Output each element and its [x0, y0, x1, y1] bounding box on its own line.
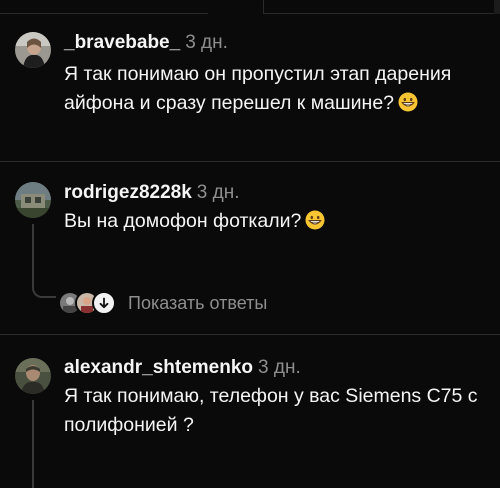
- comment-text: Я так понимаю он пропустил этап дарения …: [64, 60, 484, 118]
- chevron-down-icon: [92, 291, 116, 315]
- show-replies-label[interactable]: Показать ответы: [128, 293, 267, 314]
- comment-text: Вы на домофон фоткали?: [64, 207, 484, 236]
- comment-header: _bravebabe_ 3 дн.: [64, 32, 228, 54]
- reply-thread-line: [32, 400, 34, 488]
- username[interactable]: rodrigez8228k: [64, 182, 192, 203]
- previous-comment-edge: [0, 0, 500, 14]
- comment-body: Я так понимаю он пропустил этап дарения …: [64, 63, 452, 114]
- username[interactable]: _bravebabe_: [64, 32, 180, 53]
- avatar[interactable]: [15, 182, 51, 218]
- show-replies-button[interactable]: Показать ответы: [58, 290, 267, 316]
- comment-header: alexandr_shtemenko 3 дн.: [64, 357, 301, 379]
- divider: [0, 161, 500, 162]
- comment-text: Я так понимаю, телефон у вас Siemens C75…: [64, 382, 484, 440]
- comment-header: rodrigez8228k 3 дн.: [64, 182, 240, 204]
- grinning-face-emoji-icon: [305, 210, 325, 230]
- comment-body: Вы на домофон фоткали?: [64, 210, 302, 232]
- username[interactable]: alexandr_shtemenko: [64, 357, 253, 378]
- timestamp: 3 дн.: [258, 357, 301, 378]
- avatar[interactable]: [15, 32, 51, 68]
- divider: [263, 13, 500, 14]
- timestamp: 3 дн.: [196, 182, 240, 203]
- reply-thread-curve: [32, 286, 56, 298]
- divider: [0, 334, 500, 335]
- comment-body: Я так понимаю, телефон у вас Siemens C75…: [64, 385, 478, 436]
- timestamp: 3 дн.: [185, 32, 228, 53]
- avatar[interactable]: [15, 358, 51, 394]
- divider: [263, 0, 264, 14]
- reply-thread-line: [32, 224, 34, 286]
- divider: [0, 13, 208, 14]
- scroll-edge: [494, 0, 500, 14]
- grinning-face-emoji-icon: [398, 92, 418, 112]
